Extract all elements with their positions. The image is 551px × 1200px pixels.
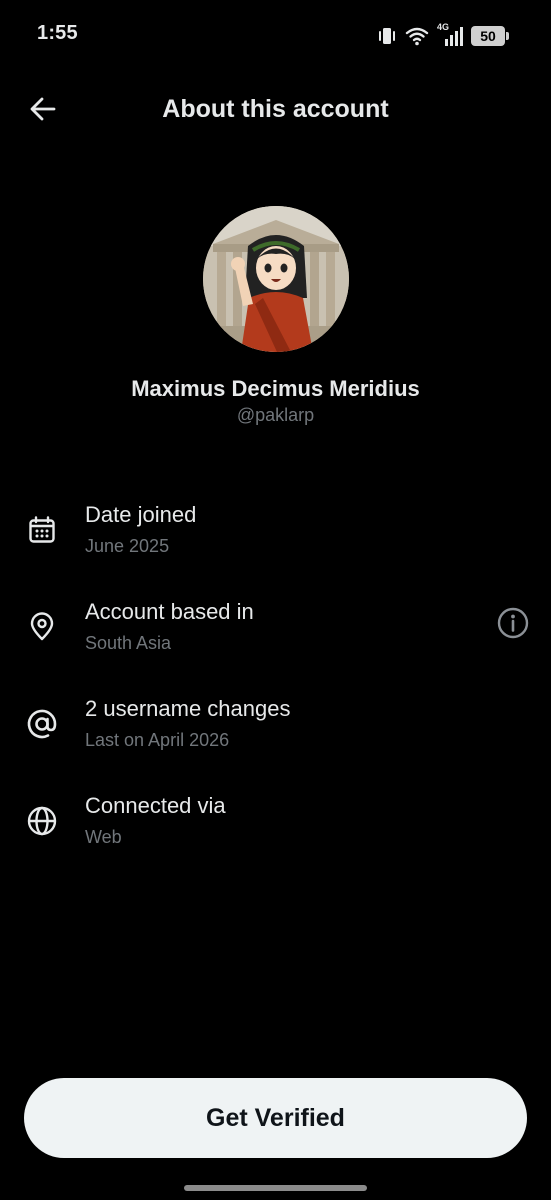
- get-verified-button[interactable]: Get Verified: [24, 1078, 527, 1158]
- info-row-connected-via: Connected via Web: [0, 781, 551, 878]
- about-account-screen: 1:55 4G 50 About this account Maximus De…: [0, 0, 551, 1200]
- info-icon: [496, 606, 530, 645]
- info-subtitle: South Asia: [85, 633, 172, 653]
- home-indicator[interactable]: [184, 1185, 367, 1191]
- info-subtitle: Web: [85, 827, 122, 847]
- info-title: Connected via: [85, 793, 226, 818]
- info-subtitle: Last on April 2026: [85, 730, 230, 750]
- info-row-account-based-in: Account based in South Asia: [0, 587, 551, 684]
- network-type: 4G: [437, 22, 450, 32]
- info-title: Date joined: [85, 502, 197, 527]
- info-subtitle: June 2025: [85, 536, 170, 556]
- avatar-image: [203, 206, 349, 352]
- status-bar: 1:55 4G 50: [0, 0, 551, 72]
- account-info-list: Date joined June 2025 Account based in S…: [0, 490, 551, 878]
- header: About this account: [0, 80, 551, 140]
- page-title: About this account: [162, 95, 389, 123]
- info-row-username-changes: 2 username changes Last on April 2026: [0, 684, 551, 781]
- calendar-icon: [24, 512, 60, 548]
- status-icons: 4G 50: [377, 22, 509, 50]
- display-name: Maximus Decimus Meridius: [131, 376, 420, 401]
- avatar[interactable]: [203, 206, 349, 352]
- info-row-date-joined: Date joined June 2025: [0, 490, 551, 587]
- info-title: Account based in: [85, 599, 254, 624]
- battery-icon: 50: [471, 26, 509, 46]
- username-handle: @paklarp: [236, 405, 315, 425]
- battery-level: 50: [480, 28, 496, 44]
- info-title: 2 username changes: [85, 696, 291, 721]
- signal-icon: 4G: [437, 22, 463, 47]
- location-pin-icon: [24, 609, 60, 645]
- wifi-icon: [405, 26, 429, 46]
- at-sign-icon: [24, 706, 60, 742]
- vibrate-icon: [377, 26, 397, 46]
- globe-icon: [24, 803, 60, 839]
- status-time: 1:55: [37, 22, 78, 44]
- info-button[interactable]: [495, 607, 531, 643]
